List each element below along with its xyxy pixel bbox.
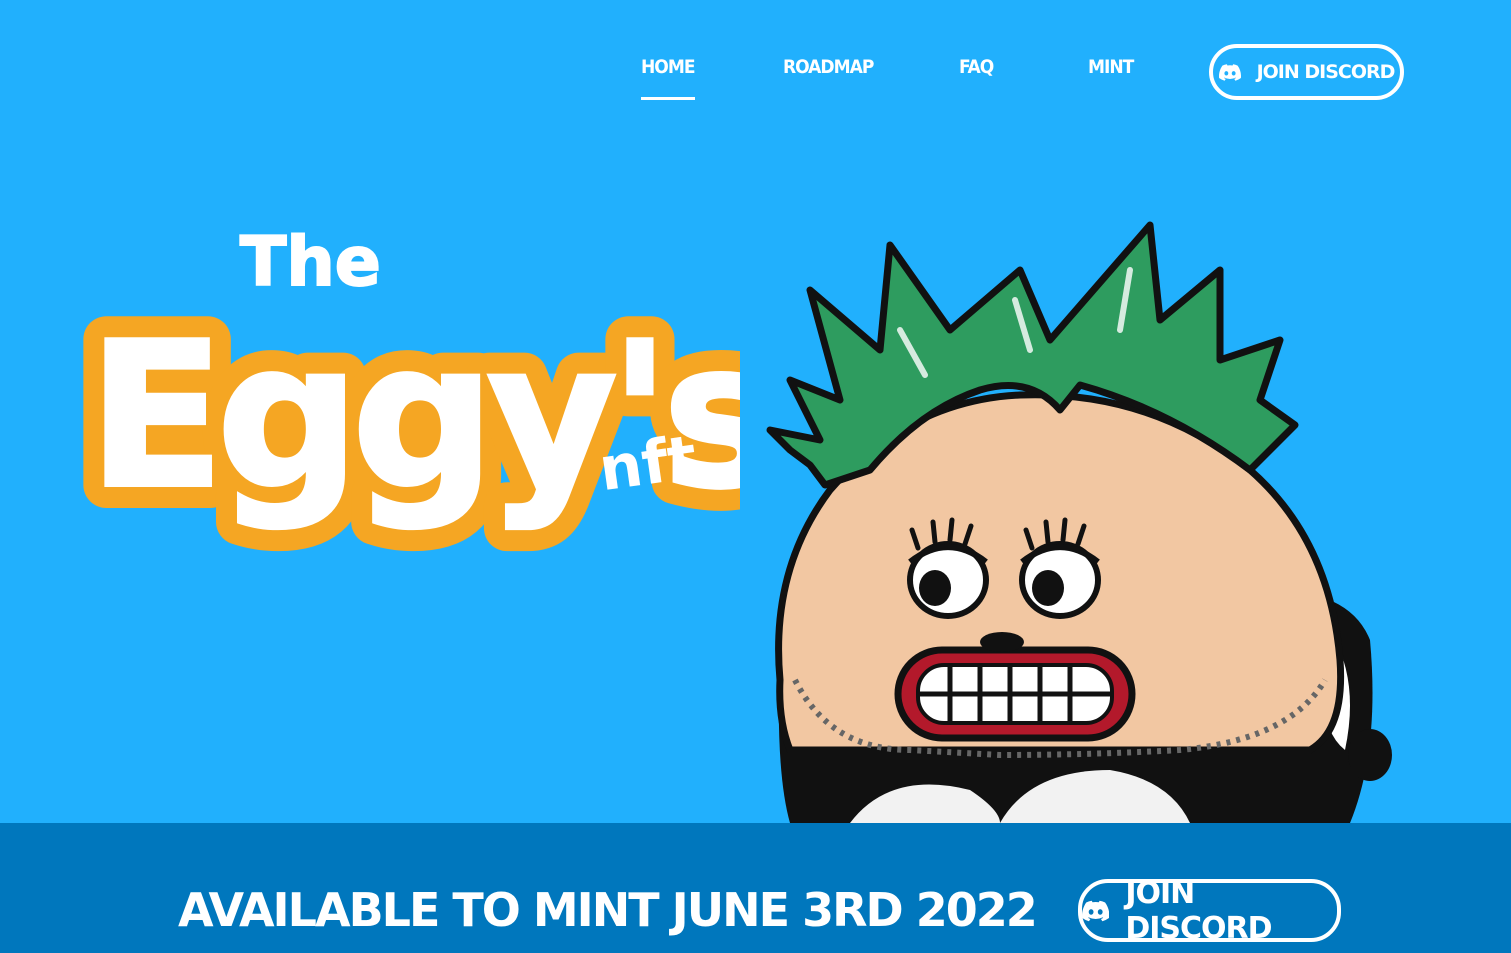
logo-the: The bbox=[240, 223, 381, 302]
banner-join-discord-label: JOIN DISCORD bbox=[1125, 875, 1272, 946]
discord-icon bbox=[1082, 900, 1110, 921]
nav-faq[interactable]: FAQ bbox=[959, 56, 994, 78]
join-discord-button[interactable]: JOIN DISCORD bbox=[1209, 44, 1404, 100]
mint-date-text: AVAILABLE TO MINT JUNE 3RD 2022 bbox=[178, 883, 1038, 937]
join-discord-label: JOIN DISCORD bbox=[1256, 61, 1396, 83]
main-nav: HOME ROADMAP FAQ MINT JOIN DISCORD bbox=[0, 0, 1511, 130]
discord-icon bbox=[1218, 63, 1241, 81]
eggy-mascot-image bbox=[766, 221, 1392, 823]
nav-home[interactable]: HOME bbox=[641, 56, 696, 100]
eggys-logo: The Eggy's Eggy's nft bbox=[80, 222, 740, 556]
nav-mint[interactable]: MINT bbox=[1088, 56, 1134, 78]
logo-nft: nft bbox=[595, 422, 701, 505]
nav-roadmap[interactable]: ROADMAP bbox=[783, 56, 874, 78]
banner-join-discord-button[interactable]: JOIN DISCORD bbox=[1078, 876, 1341, 946]
